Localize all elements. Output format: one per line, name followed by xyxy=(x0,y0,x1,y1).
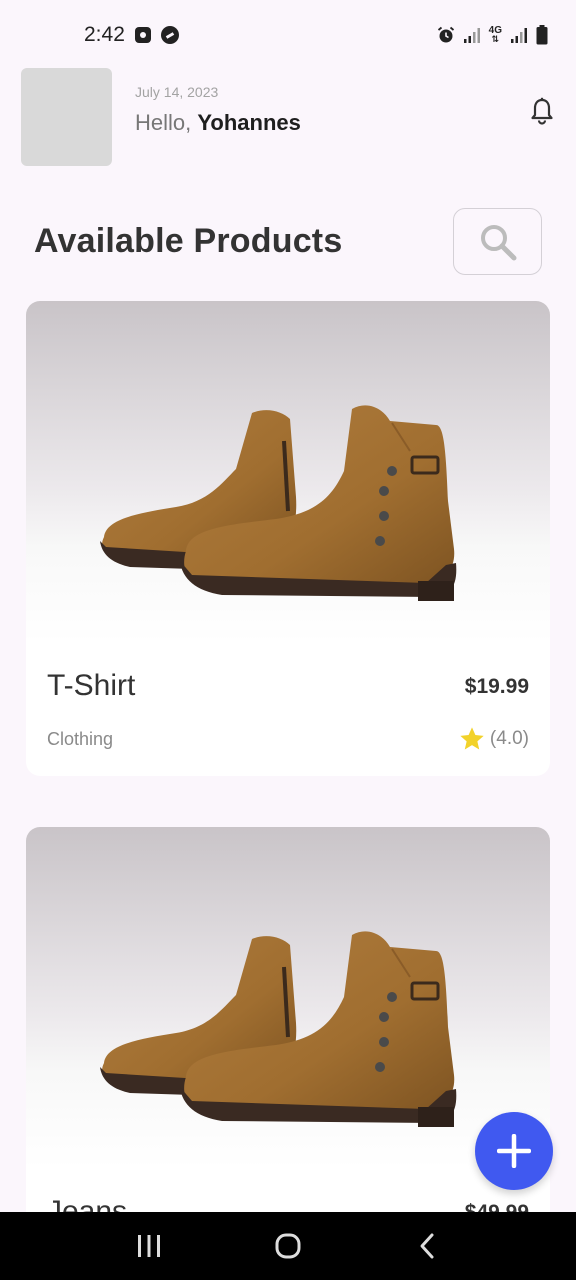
product-info: T-Shirt $19.99 Clothing (4.0) xyxy=(26,643,550,776)
rating-value: (4.0) xyxy=(489,728,529,749)
home-icon xyxy=(275,1233,301,1259)
search-icon xyxy=(480,224,516,260)
product-name: T-Shirt xyxy=(47,669,136,702)
notification-square-icon xyxy=(134,27,151,43)
status-time: 2:42 xyxy=(84,23,125,46)
product-price: $19.99 xyxy=(464,675,529,698)
signal-icon xyxy=(463,28,480,43)
search-button[interactable] xyxy=(453,208,542,275)
page-title: Available Products xyxy=(34,222,343,260)
plus-icon xyxy=(497,1134,531,1168)
notification-button[interactable] xyxy=(529,96,555,126)
shazam-icon xyxy=(160,26,179,44)
avatar[interactable] xyxy=(21,68,112,166)
back-button[interactable] xyxy=(397,1216,457,1276)
battery-icon xyxy=(536,25,548,45)
greeting: Hello, Yohannes xyxy=(135,110,301,136)
back-icon xyxy=(420,1233,434,1259)
alarm-icon xyxy=(437,26,454,43)
status-bar: 2:42 4G ⇅ xyxy=(0,0,576,70)
product-image xyxy=(26,827,550,1169)
4g-icon: 4G ⇅ xyxy=(488,25,502,44)
header: July 14, 2023 Hello, Yohannes xyxy=(21,68,555,168)
user-name: Yohannes xyxy=(197,110,301,135)
signal-icon xyxy=(511,28,527,43)
product-rating: (4.0) xyxy=(458,725,529,753)
add-product-button[interactable] xyxy=(475,1112,553,1190)
bell-icon xyxy=(531,97,553,125)
home-button[interactable] xyxy=(258,1216,318,1276)
title-row: Available Products xyxy=(34,208,542,276)
status-left: 2:42 xyxy=(84,23,179,47)
greeting-text: Hello, xyxy=(135,110,192,135)
recent-apps-button[interactable] xyxy=(119,1216,179,1276)
status-right: 4G ⇅ xyxy=(437,25,548,45)
product-card[interactable]: T-Shirt $19.99 Clothing (4.0) xyxy=(26,301,550,776)
product-image xyxy=(26,301,550,643)
product-category: Clothing xyxy=(47,729,114,749)
recent-apps-icon xyxy=(138,1235,161,1257)
header-date: July 14, 2023 xyxy=(135,84,219,100)
navigation-bar xyxy=(0,1212,576,1280)
star-icon xyxy=(460,727,484,750)
